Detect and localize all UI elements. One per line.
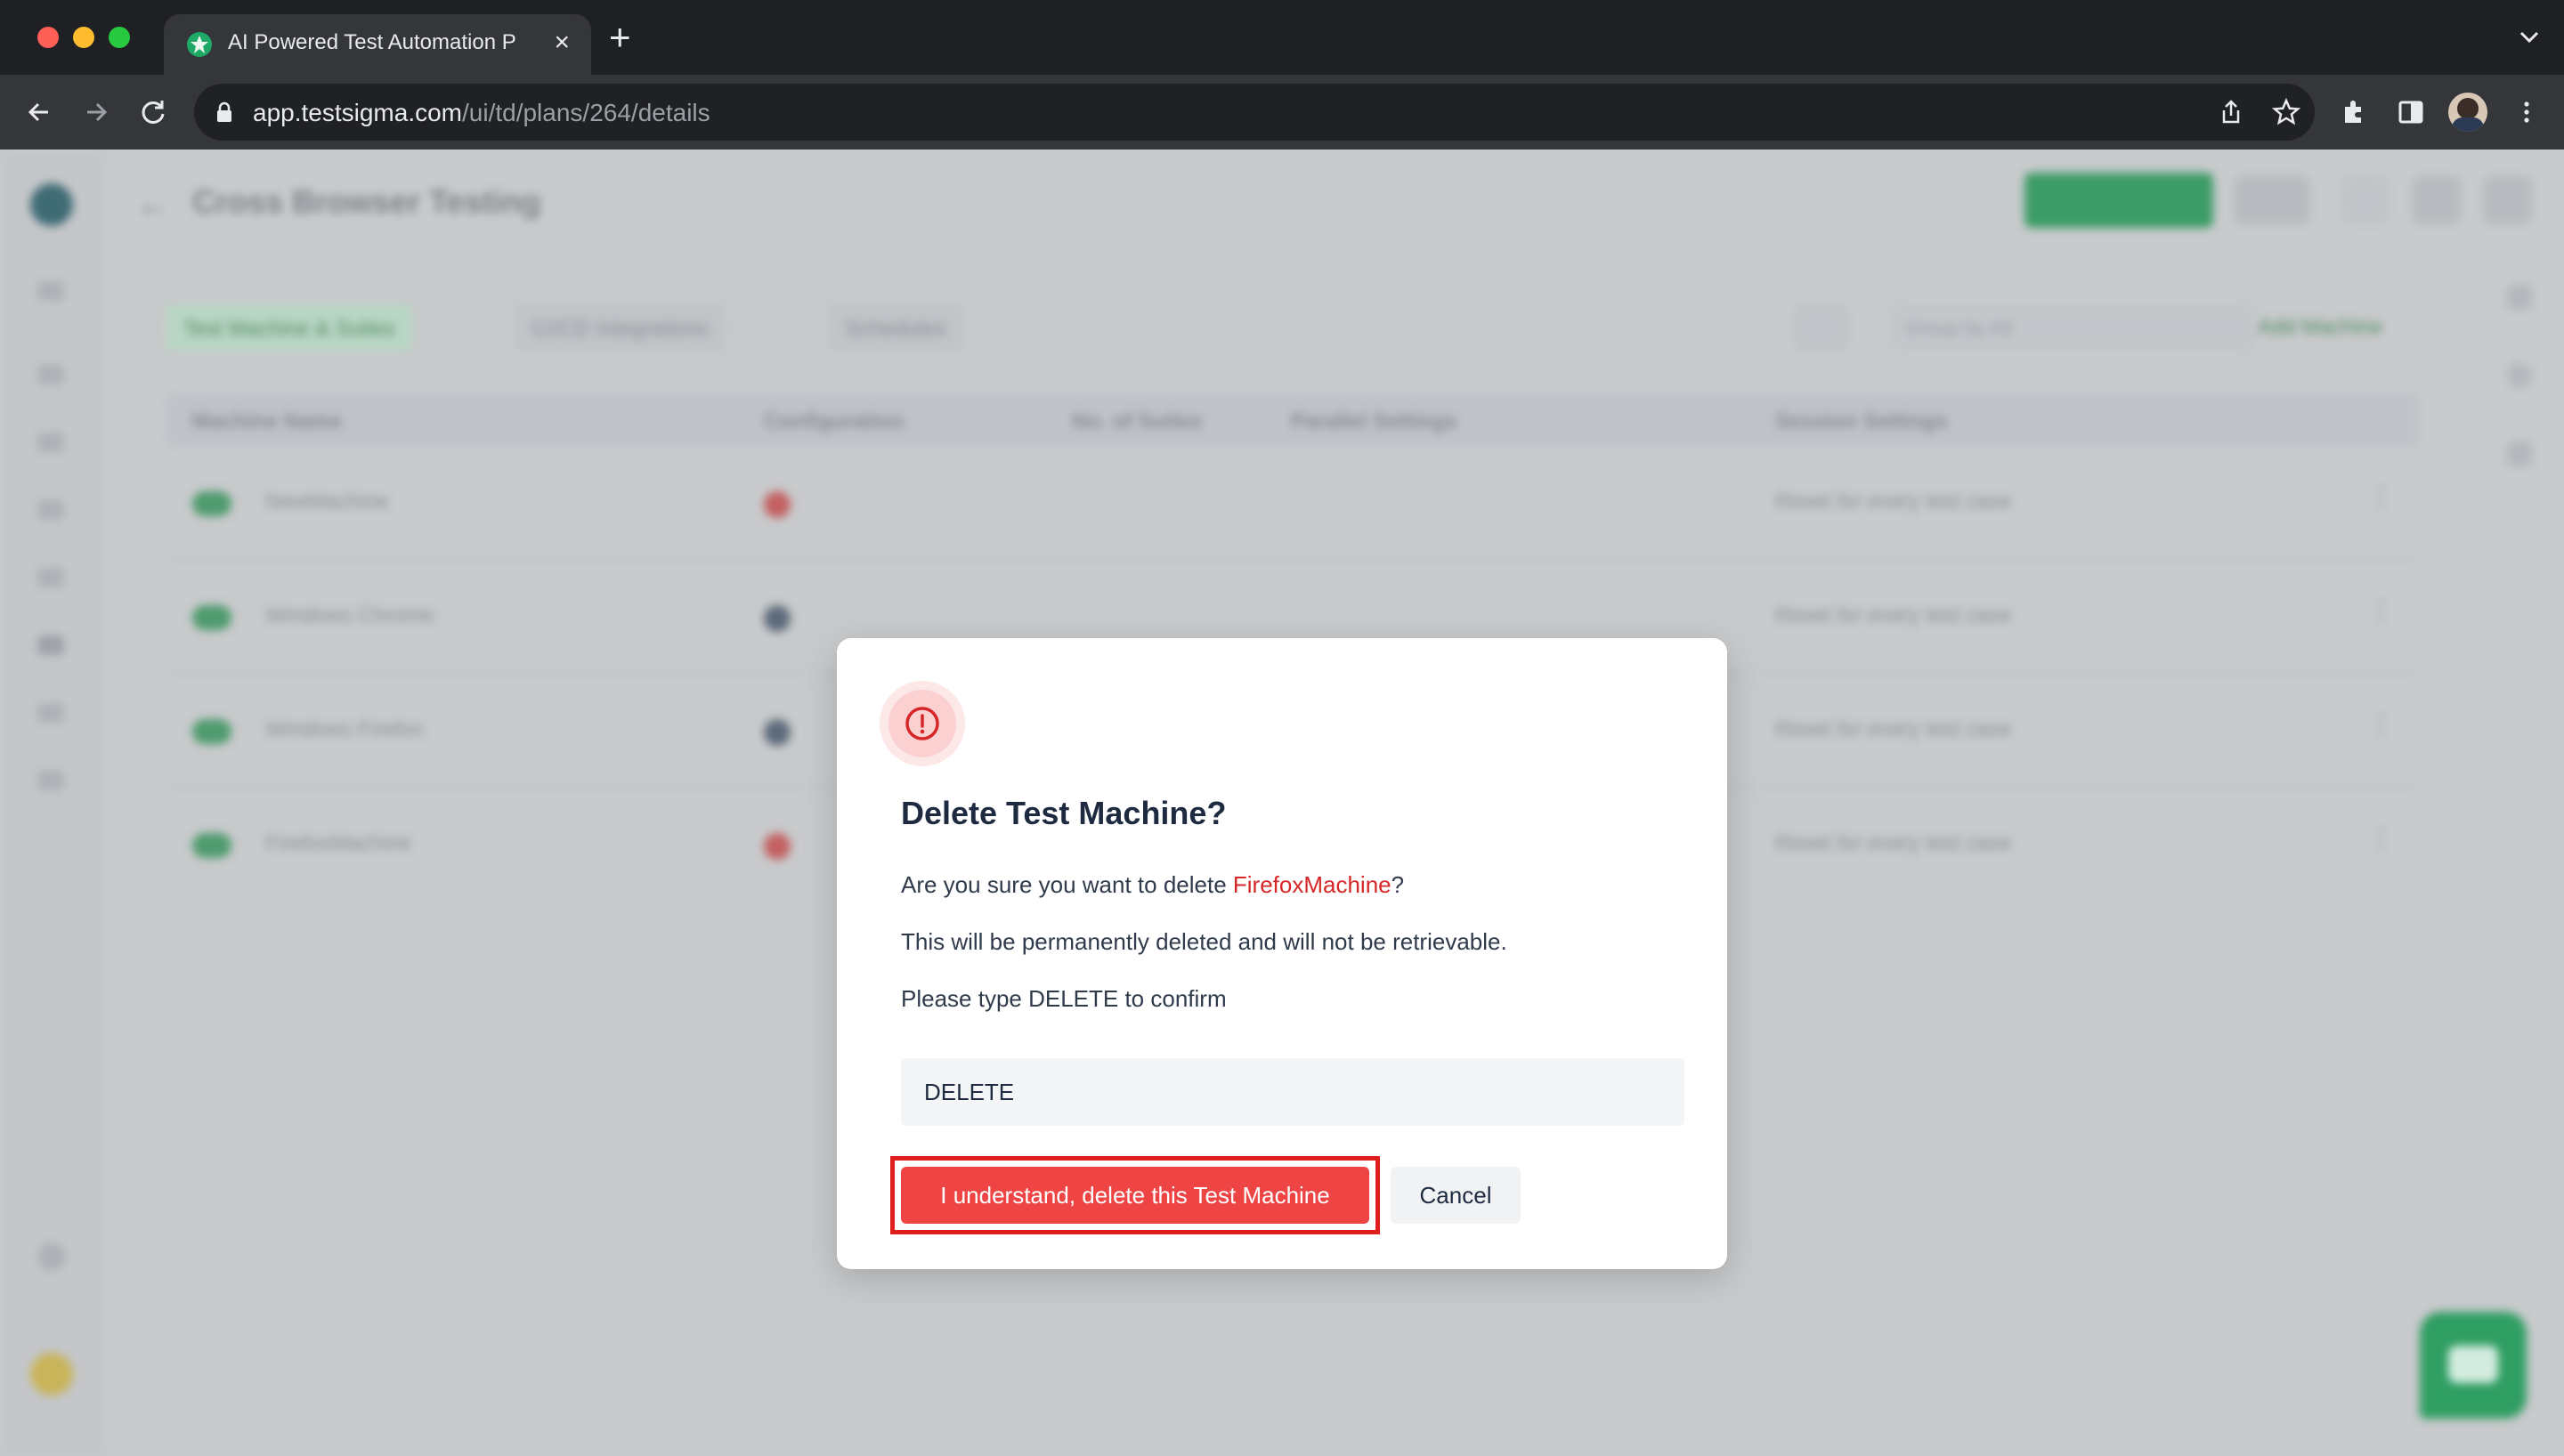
confirm-delete-input[interactable] [901,1058,1684,1126]
column-header: No. of Suites [1072,409,1203,433]
question-prefix: Are you sure you want to delete [901,871,1233,898]
info-icon[interactable] [2341,176,2390,224]
alert-circle-icon [905,707,939,740]
delete-confirmation-dialog: Delete Test Machine? Are you sure you wa… [837,638,1727,1269]
new-tab-button[interactable]: + [609,19,631,56]
user-avatar[interactable] [30,1353,73,1395]
column-header: Session Settings [1775,409,1948,433]
session-setting: Reset for every test case [1775,831,2012,855]
runs-icon[interactable] [37,703,64,723]
confirm-instruction: Please type DELETE to confirm [901,985,1227,1012]
forward-arrow-icon[interactable] [80,96,112,128]
app-viewport: ← Cross Browser Testing Test Machine & S… [0,150,2564,1456]
dashboard-icon[interactable] [37,365,64,384]
minimize-window-button[interactable] [73,27,94,48]
test-plans-icon[interactable] [37,635,64,655]
machine-name-highlight: FirefoxMachine [1232,871,1392,898]
tab-schedules[interactable]: Schedules [828,304,964,351]
left-sidebar [0,150,107,1456]
test-data-icon[interactable] [37,568,64,587]
help-icon[interactable] [37,1242,66,1271]
url-path: /ui/td/plans/264/details [462,99,710,126]
browser-tab[interactable]: AI Powered Test Automation P × [164,14,591,75]
tab-title: AI Powered Test Automation P [228,30,516,54]
address-bar[interactable]: app.testsigma.com/ui/td/plans/264/detail… [194,84,2315,141]
group-by-placeholder: Group by All [1905,317,2012,339]
row-menu-icon[interactable]: ⋮ [2368,482,2393,512]
chat-support-button[interactable] [2420,1312,2527,1419]
browser-icon [764,491,791,518]
add-machine-button[interactable]: Add Machine [2258,315,2382,340]
search-icon[interactable] [1795,304,1848,351]
confirm-delete-button[interactable]: I understand, delete this Test Machine [901,1167,1369,1224]
testsigma-logo-icon [187,32,212,57]
machine-name: Windows Chrome [265,603,434,627]
back-arrow-icon[interactable] [23,96,55,128]
enable-toggle[interactable] [192,491,231,516]
permanent-delete-warning: This will be permanently deleted and wil… [901,928,1507,955]
delete-question: Are you sure you want to delete FirefoxM… [901,871,1404,899]
bookmark-star-icon[interactable] [2272,98,2300,126]
session-setting: Reset for every test case [1775,603,2012,627]
profile-avatar[interactable] [2448,93,2487,132]
extensions-puzzle-icon[interactable] [2338,96,2370,128]
page-title: Cross Browser Testing [192,183,541,220]
column-header: Parallel Settings [1291,409,1457,433]
table-header: Machine Name Configuration No. of Suites… [166,393,2418,447]
enable-toggle[interactable] [192,833,231,858]
test-cases-icon[interactable] [37,500,64,520]
row-menu-icon[interactable]: ⋮ [2368,596,2393,626]
chevron-down-icon[interactable] [2516,23,2543,50]
test-development-icon[interactable] [37,433,64,452]
cancel-button[interactable]: Cancel [1391,1167,1521,1224]
more-vertical-icon[interactable] [2511,96,2543,128]
right-panel-icon[interactable] [2507,363,2532,388]
lock-icon [217,101,231,122]
browser-icon [764,605,791,632]
machine-name: NewMachine [265,489,389,514]
browser-toolbar: app.testsigma.com/ui/td/plans/264/detail… [0,75,2564,150]
run-now-button[interactable] [2024,173,2213,228]
row-menu-icon[interactable]: ⋮ [2368,824,2393,853]
delete-icon[interactable] [2484,176,2532,224]
maximize-window-button[interactable] [109,27,130,48]
machine-name: Windows Firefox [265,717,424,741]
tab-close-icon[interactable]: × [554,27,570,59]
browser-icon [764,719,791,746]
row-menu-icon[interactable]: ⋮ [2368,710,2393,740]
enable-toggle[interactable] [192,719,231,744]
browser-tab-strip: AI Powered Test Automation P × + [0,0,2564,75]
view-toggle-button[interactable] [2235,176,2309,224]
browser-icon [764,833,791,860]
question-suffix: ? [1391,871,1405,898]
edit-icon[interactable] [2413,176,2461,224]
back-arrow-icon[interactable]: ← [137,185,169,222]
group-by-select[interactable]: Group by All [1891,304,2254,351]
tab-test-machine-suites[interactable]: Test Machine & Suites [166,304,413,351]
settings-icon[interactable] [37,771,64,790]
session-setting: Reset for every test case [1775,717,2012,741]
column-header: Configuration [764,409,905,433]
column-header: Machine Name [192,409,343,433]
warning-icon-badge [880,681,965,766]
right-panel-icon[interactable] [2507,285,2532,310]
tab-cicd-integrations[interactable]: CI/CD Integrations [515,304,726,351]
side-panel-icon[interactable] [2395,96,2427,128]
url-domain: app.testsigma.com [253,99,462,126]
url-text: app.testsigma.com/ui/td/plans/264/detail… [253,99,710,127]
menu-icon[interactable] [37,281,64,301]
enable-toggle[interactable] [192,605,231,630]
reload-icon[interactable] [137,96,169,128]
share-icon[interactable] [2217,98,2245,126]
right-panel-icon[interactable] [2507,441,2532,466]
table-row[interactable]: NewMachine Reset for every test case ⋮ [166,447,2418,561]
dialog-title: Delete Test Machine? [901,795,1227,831]
session-setting: Reset for every test case [1775,489,2012,514]
app-logo-icon [30,183,73,226]
close-window-button[interactable] [37,27,59,48]
machine-name: FirefoxMachine [265,831,412,855]
